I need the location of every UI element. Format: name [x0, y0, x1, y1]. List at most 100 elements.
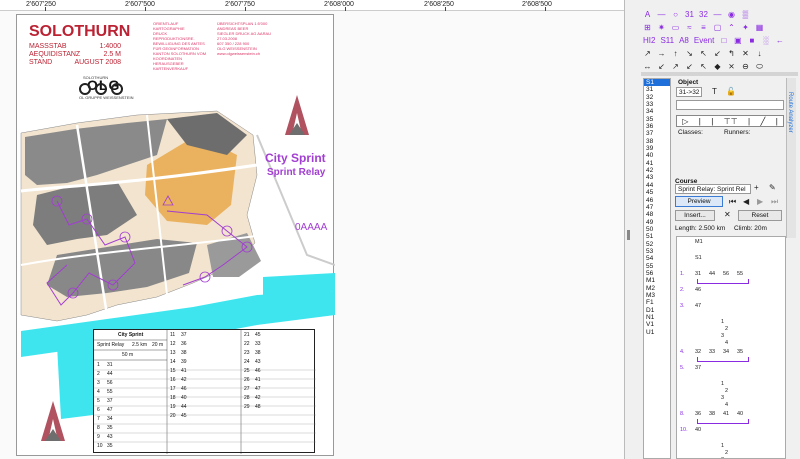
palette-symbol-icon[interactable]: ↗ — [643, 49, 652, 60]
leg-control[interactable]: 41 — [723, 411, 729, 417]
palette-symbol-icon[interactable]: ▢ — [713, 23, 722, 34]
leg-control[interactable]: 3 — [721, 395, 724, 401]
leg-control[interactable]: 1 — [721, 319, 724, 325]
control-list-item[interactable]: 55 — [644, 263, 670, 270]
control-list-item[interactable]: 42 — [644, 167, 670, 174]
map-canvas[interactable]: 2'607'250 2'607'500 2'607'750 2'608'000 … — [0, 0, 625, 459]
palette-symbol-icon[interactable]: ✦ — [741, 23, 750, 34]
leg-control[interactable]: 36 — [695, 411, 701, 417]
palette-symbol-icon[interactable]: Event — [694, 36, 714, 47]
control-list-item[interactable]: 32 — [644, 94, 670, 101]
edit-course-icon[interactable]: ✎ — [769, 183, 776, 192]
control-list-item[interactable]: 50 — [644, 226, 670, 233]
palette-symbol-icon[interactable]: A — [643, 10, 652, 21]
palette-symbol-icon[interactable]: ⌃ — [727, 23, 736, 34]
add-course-icon[interactable]: + — [754, 183, 759, 192]
control-list-item[interactable]: 47 — [644, 204, 670, 211]
first-icon[interactable]: ⏮ — [729, 197, 736, 207]
control-list-item[interactable]: 46 — [644, 197, 670, 204]
diagonal-icon[interactable]: ╱ — [760, 117, 765, 126]
control-list-item[interactable]: M2 — [644, 285, 670, 292]
palette-symbol-icon[interactable]: ↖ — [699, 49, 708, 60]
leg-control[interactable]: 31 — [695, 271, 701, 277]
palette-symbol-icon[interactable]: ↰ — [727, 49, 736, 60]
palette-symbol-icon[interactable]: ≡ — [699, 23, 708, 34]
text-tool-icon[interactable]: T — [712, 87, 717, 96]
leg-control[interactable]: 34 — [723, 349, 729, 355]
control-list-item[interactable]: D1 — [644, 307, 670, 314]
control-list-item[interactable]: M3 — [644, 292, 670, 299]
control-list[interactable]: S1 31 32 33 34 35 36 37 38 39 40 41 42 43 44 45 46 47 48 49… — [643, 78, 671, 459]
column-icon[interactable]: | — [699, 117, 701, 126]
control-list-item[interactable]: 44 — [644, 182, 670, 189]
palette-symbol-icon[interactable]: ▦ — [755, 23, 764, 34]
control-list-item[interactable]: U1 — [644, 329, 670, 336]
column-icon[interactable]: | — [748, 117, 750, 126]
palette-symbol-icon[interactable]: → — [657, 49, 666, 60]
route-analyzer-tab[interactable]: Route Analyzer — [787, 92, 793, 133]
control-list-item[interactable]: 49 — [644, 219, 670, 226]
reset-button[interactable]: Reset — [738, 210, 782, 221]
control-list-item[interactable]: 45 — [644, 189, 670, 196]
control-list-item[interactable]: 51 — [644, 233, 670, 240]
leg-control[interactable]: 2 — [725, 388, 728, 394]
leg-control[interactable]: 2 — [725, 450, 728, 456]
palette-symbol-icon[interactable]: ◉ — [727, 10, 736, 21]
palette-symbol-icon[interactable]: ≈ — [685, 23, 694, 34]
palette-symbol-icon[interactable]: S11 — [660, 36, 674, 47]
palette-symbol-icon[interactable]: ↙ — [713, 49, 722, 60]
leg-control[interactable]: 40 — [737, 411, 743, 417]
control-list-item[interactable]: 39 — [644, 145, 670, 152]
control-list-item[interactable]: 33 — [644, 101, 670, 108]
leg-control[interactable]: 38 — [709, 411, 715, 417]
leg-control[interactable]: 33 — [709, 349, 715, 355]
column-icon[interactable]: | — [776, 117, 778, 126]
palette-symbol-icon[interactable]: ↘ — [685, 49, 694, 60]
leg-control[interactable]: M1 — [695, 239, 703, 245]
panel-divider[interactable] — [641, 72, 798, 76]
palette-symbol-icon[interactable]: ✷ — [657, 23, 666, 34]
leg-control[interactable]: 4 — [725, 340, 728, 346]
gate-icon[interactable]: ⊤⊤ — [724, 117, 738, 126]
palette-symbol-icon[interactable]: ▭ — [671, 23, 680, 34]
control-list-item[interactable]: 52 — [644, 241, 670, 248]
leg-control[interactable]: 2 — [725, 326, 728, 332]
leg-control[interactable]: 3 — [721, 333, 724, 339]
control-list-item[interactable]: 53 — [644, 248, 670, 255]
leg-control[interactable]: 1 — [721, 443, 724, 449]
control-list-item[interactable]: 43 — [644, 174, 670, 181]
control-list-item[interactable]: 48 — [644, 211, 670, 218]
leg-control[interactable]: 55 — [737, 271, 743, 277]
palette-symbol-icon[interactable]: ■ — [747, 36, 756, 47]
palette-symbol-icon[interactable]: ░ — [761, 36, 770, 47]
palette-symbol-icon[interactable]: 32 — [699, 10, 708, 21]
palette-symbol-icon[interactable]: — — [713, 10, 722, 21]
insert-button[interactable]: Insert... — [675, 210, 715, 221]
object-text-field[interactable] — [676, 100, 784, 110]
control-list-item[interactable]: 56 — [644, 270, 670, 277]
palette-symbol-icon[interactable]: HI2 — [643, 36, 655, 47]
leg-control[interactable]: 46 — [695, 287, 701, 293]
palette-symbol-icon[interactable]: ▒ — [741, 10, 750, 21]
control-list-item[interactable]: 31 — [644, 86, 670, 93]
lock-icon[interactable]: 🔓 — [726, 87, 736, 96]
palette-symbol-icon[interactable]: ✕ — [741, 49, 750, 60]
leg-control[interactable]: 37 — [695, 365, 701, 371]
leg-field[interactable]: 31->32 — [676, 87, 702, 97]
leg-control[interactable]: 4 — [725, 402, 728, 408]
palette-symbol-icon[interactable]: ↓ — [755, 49, 764, 60]
leg-control[interactable]: 1 — [721, 381, 724, 387]
column-icon[interactable]: | — [711, 117, 713, 126]
previous-icon[interactable]: ◀ — [743, 197, 749, 206]
control-list-item[interactable]: S1 — [644, 79, 670, 87]
control-list-item[interactable]: 38 — [644, 138, 670, 145]
control-list-item[interactable]: 36 — [644, 123, 670, 130]
control-list-item[interactable]: 54 — [644, 255, 670, 262]
control-list-item[interactable]: N1 — [644, 314, 670, 321]
delete-icon[interactable]: ✕ — [724, 210, 731, 219]
leg-control[interactable]: 47 — [695, 303, 701, 309]
leg-control[interactable]: 40 — [695, 427, 701, 433]
next-icon[interactable]: ▶ — [757, 197, 763, 206]
preview-button[interactable]: Preview — [675, 196, 723, 207]
leg-control[interactable]: 44 — [709, 271, 715, 277]
